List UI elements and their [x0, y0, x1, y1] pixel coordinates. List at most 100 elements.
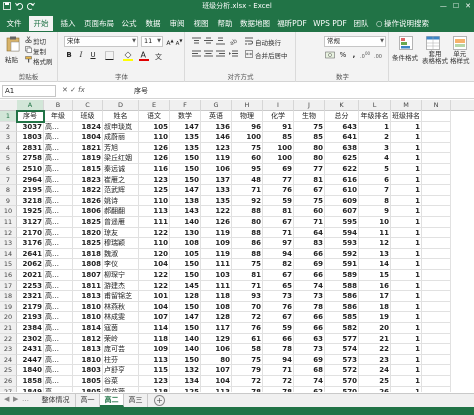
table-cell[interactable]: 126: [139, 142, 170, 154]
table-cell[interactable]: 106: [201, 344, 232, 355]
paste-icon[interactable]: [6, 36, 20, 54]
column-header-e[interactable]: E: [139, 100, 170, 111]
table-cell[interactable]: 1812: [73, 333, 103, 345]
table-cell[interactable]: 1: [391, 121, 422, 133]
table-cell[interactable]: 586: [325, 301, 359, 313]
table-cell[interactable]: 高…: [44, 121, 73, 133]
cut-button[interactable]: 剪切: [33, 36, 46, 46]
column-header-c[interactable]: C: [73, 100, 103, 111]
row-header[interactable]: 25: [0, 365, 17, 376]
row-header[interactable]: 20: [0, 312, 17, 323]
table-cell[interactable]: 1: [391, 376, 422, 387]
table-cell[interactable]: [422, 185, 451, 196]
table-cell[interactable]: 高…: [44, 301, 73, 313]
table-cell[interactable]: 574: [325, 344, 359, 355]
spreadsheet-grid[interactable]: ABCDEFGHIJKLMN 1 序号 年级 班级 姓名 语文 数学 英语 物理 化学 生物 总分 年级…: [0, 100, 474, 392]
table-cell[interactable]: 572: [325, 365, 359, 376]
table-cell[interactable]: 66: [294, 270, 325, 281]
row-header[interactable]: 10: [0, 206, 17, 217]
table-cell[interactable]: [422, 270, 451, 281]
table-cell[interactable]: 高…: [44, 259, 73, 270]
table-cell[interactable]: 73: [294, 291, 325, 302]
table-cell[interactable]: 123: [139, 174, 170, 186]
table-cell[interactable]: [422, 195, 451, 207]
table-cell[interactable]: 24: [359, 365, 391, 376]
column-header-d[interactable]: D: [103, 100, 139, 111]
underline-button[interactable]: U: [88, 50, 98, 60]
row-header[interactable]: 8: [0, 185, 17, 196]
cut-icon[interactable]: [25, 36, 32, 45]
table-cell[interactable]: 120: [139, 248, 170, 260]
table-cell[interactable]: 114: [139, 323, 170, 334]
table-cell[interactable]: [422, 376, 451, 387]
table-cell[interactable]: 23: [359, 354, 391, 366]
table-cell[interactable]: 1818: [73, 248, 103, 260]
table-cell[interactable]: [422, 259, 451, 270]
table-cell[interactable]: 147: [170, 312, 201, 323]
table-cell[interactable]: 616: [325, 174, 359, 186]
table-cell[interactable]: 92: [232, 195, 263, 207]
table-cell[interactable]: 20: [359, 323, 391, 334]
table-cell[interactable]: 109: [201, 238, 232, 249]
table-cell[interactable]: 607: [325, 206, 359, 217]
table-cell[interactable]: 林成雯: [103, 312, 139, 323]
table-cell[interactable]: 69: [294, 354, 325, 366]
maximize-icon[interactable]: ☐: [453, 2, 459, 11]
column-title-cell[interactable]: 姓名: [103, 111, 139, 122]
table-cell[interactable]: 1: [391, 291, 422, 302]
table-cell[interactable]: 137: [201, 174, 232, 186]
table-cell[interactable]: 122: [139, 270, 170, 281]
table-cell[interactable]: 1: [391, 164, 422, 175]
row-header[interactable]: 2: [0, 121, 17, 133]
table-cell[interactable]: 67: [263, 312, 294, 323]
table-cell[interactable]: 105: [139, 121, 170, 133]
column-header-g[interactable]: G: [201, 100, 232, 111]
table-cell[interactable]: 147: [170, 121, 201, 133]
table-cell[interactable]: 1: [391, 185, 422, 196]
table-cell[interactable]: 138: [170, 195, 201, 207]
table-cell[interactable]: 71: [232, 280, 263, 292]
table-cell[interactable]: 71: [263, 365, 294, 376]
table-cell[interactable]: 成蔚丽: [103, 132, 139, 143]
tab-page-layout[interactable]: 页面布局: [82, 16, 116, 31]
table-cell[interactable]: 1810: [73, 354, 103, 366]
table-cell[interactable]: 78: [263, 344, 294, 355]
row-header[interactable]: 14: [0, 248, 17, 260]
table-cell[interactable]: [422, 174, 451, 186]
table-cell[interactable]: 119: [201, 227, 232, 239]
table-cell[interactable]: 111: [139, 217, 170, 228]
column-header-i[interactable]: I: [263, 100, 294, 111]
table-cell[interactable]: 67: [294, 185, 325, 196]
fill-color-icon[interactable]: [123, 50, 133, 63]
table-cell[interactable]: 60: [232, 153, 263, 164]
table-cell[interactable]: 1: [359, 121, 391, 133]
bold-button[interactable]: B: [64, 50, 74, 60]
table-cell[interactable]: 113: [139, 206, 170, 217]
table-cell[interactable]: 寇茵: [103, 323, 139, 334]
table-cell[interactable]: 10: [359, 217, 391, 228]
increase-decimal-icon[interactable]: .0 00: [360, 51, 371, 61]
row-header[interactable]: 9: [0, 195, 17, 207]
table-cell[interactable]: 9: [359, 206, 391, 217]
table-cell[interactable]: 柱芬: [103, 354, 139, 366]
row-header[interactable]: 27: [0, 386, 17, 392]
column-title-cell[interactable]: 数学: [170, 111, 201, 122]
table-cell[interactable]: 曾遥雁: [103, 217, 139, 228]
table-cell[interactable]: 1806: [73, 206, 103, 217]
table-cell[interactable]: 75: [232, 354, 263, 366]
table-cell[interactable]: 113: [201, 386, 232, 392]
table-cell[interactable]: 2964: [17, 174, 44, 186]
table-cell[interactable]: 高…: [44, 386, 73, 392]
table-cell[interactable]: 71: [263, 227, 294, 239]
table-cell[interactable]: 1: [391, 270, 422, 281]
format-painter-button[interactable]: 格式刷: [33, 56, 53, 66]
table-cell[interactable]: 78: [294, 301, 325, 313]
tab-team[interactable]: 团队: [350, 16, 372, 31]
table-cell[interactable]: 117: [201, 323, 232, 334]
format-as-table-button[interactable]: 套用 表格格式: [422, 51, 448, 65]
table-cell[interactable]: 梁丘红姻: [103, 153, 139, 164]
table-cell[interactable]: 1810: [73, 312, 103, 323]
table-cell[interactable]: 3037: [17, 121, 44, 133]
table-cell[interactable]: 118: [139, 333, 170, 345]
table-cell[interactable]: 134: [170, 376, 201, 387]
